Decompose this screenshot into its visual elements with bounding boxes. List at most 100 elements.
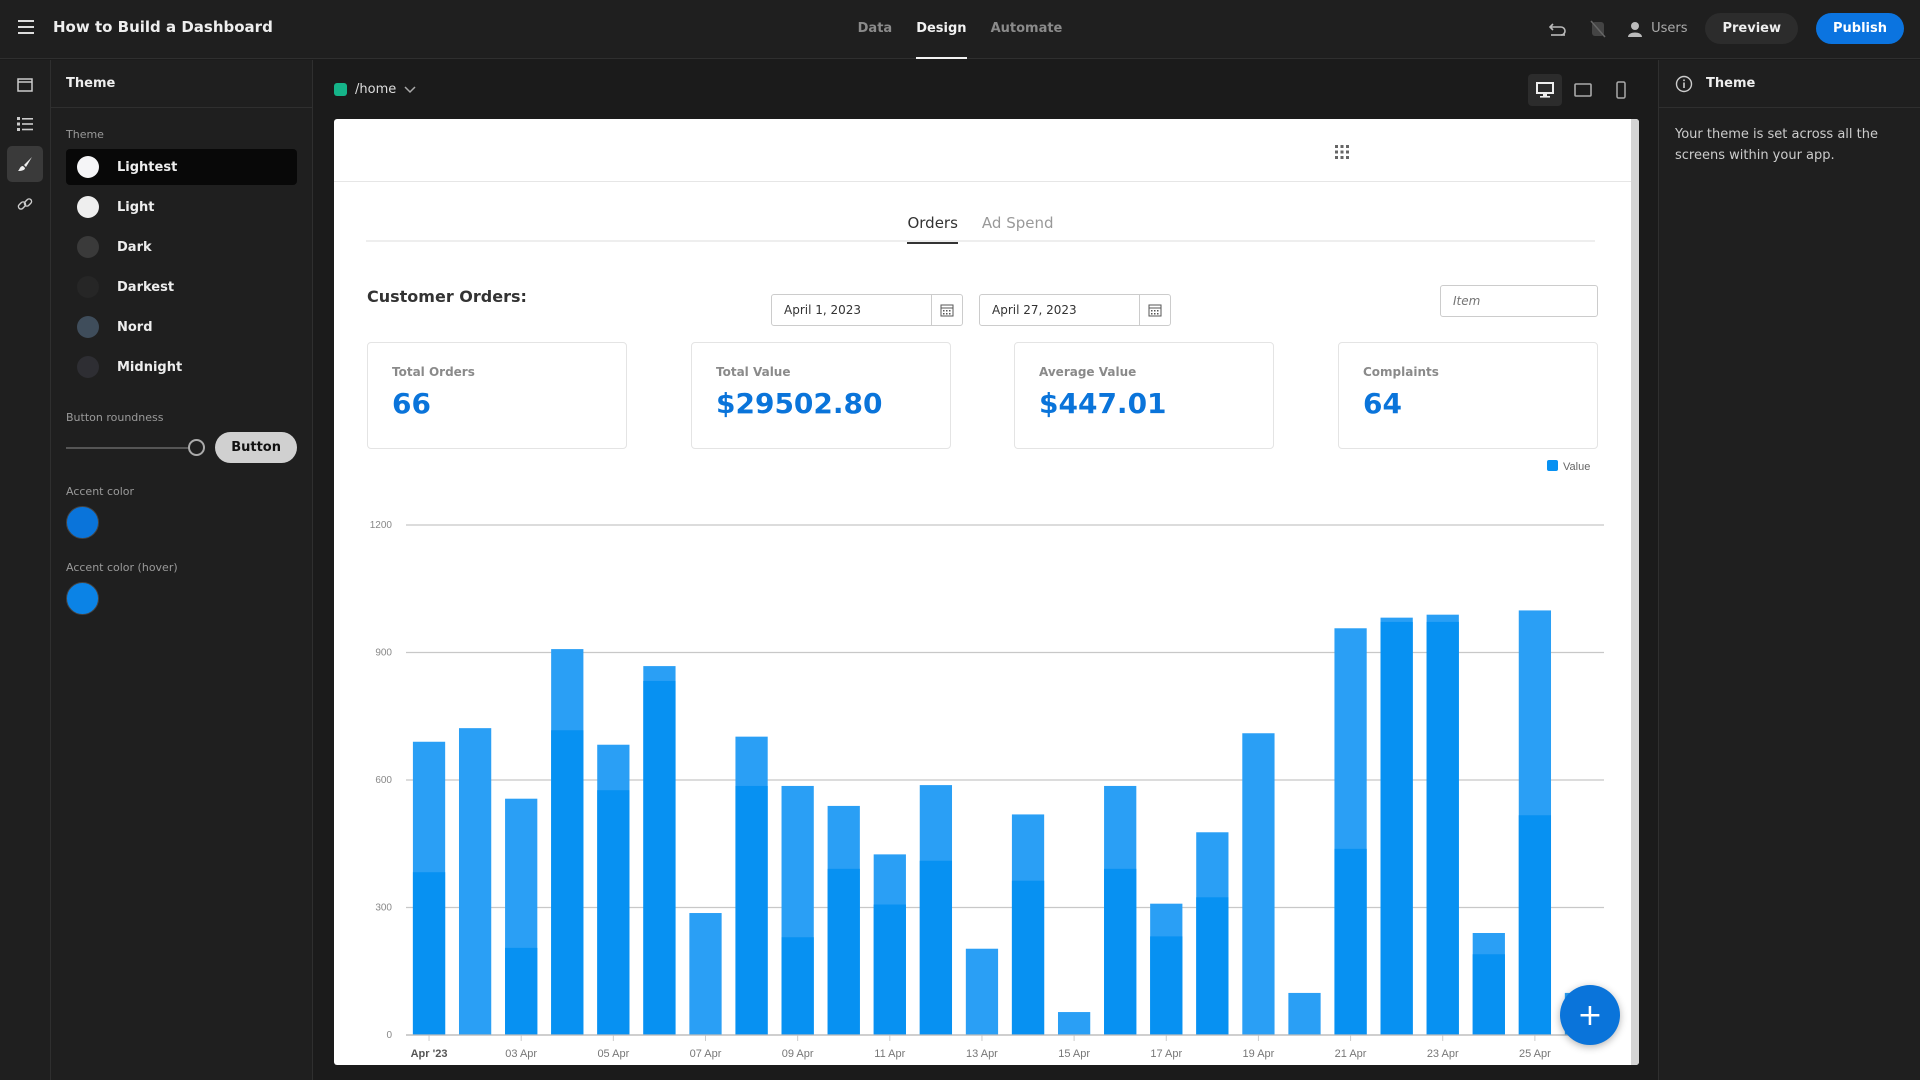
x-tick-label: 19 Apr (1243, 1048, 1275, 1060)
route-color-dot (334, 83, 347, 96)
theme-name: Nord (117, 319, 153, 335)
tab-data[interactable]: Data (858, 0, 893, 59)
section-title: Customer Orders: (367, 287, 527, 306)
legend-label: Value (1563, 461, 1590, 473)
tab-design[interactable]: Design (916, 0, 967, 59)
components-list-icon[interactable] (7, 106, 43, 142)
x-tick-label: 09 Apr (782, 1048, 814, 1060)
date-from-picker[interactable]: April 1, 2023 (771, 294, 963, 326)
x-tick-label: 07 Apr (690, 1048, 722, 1060)
theme-option-darkest[interactable]: Darkest (66, 269, 297, 305)
x-tick-label: 23 Apr (1427, 1048, 1459, 1060)
stat-card-total-orders: Total Orders 66 (367, 342, 627, 449)
roundness-slider[interactable] (66, 438, 205, 456)
bar-overlap (597, 790, 630, 1035)
item-filter-input[interactable] (1440, 285, 1598, 317)
calendar-icon[interactable] (1139, 295, 1170, 325)
date-to-value: April 27, 2023 (992, 303, 1077, 317)
tablet-view-icon[interactable] (1566, 74, 1600, 106)
theme-option-lightest[interactable]: Lightest (66, 149, 297, 185)
x-tick-label: 13 Apr (966, 1048, 998, 1060)
calendar-icon[interactable] (931, 295, 962, 325)
bar-overlap (643, 680, 676, 1035)
tab-orders[interactable]: Orders (907, 208, 959, 244)
preview-button[interactable]: Preview (1705, 13, 1798, 44)
stat-label: Total Orders (392, 365, 475, 379)
theme-name: Light (117, 199, 155, 215)
tab-automate[interactable]: Automate (991, 0, 1063, 59)
bar-overlap (1150, 936, 1183, 1035)
y-tick-label: 900 (375, 648, 392, 659)
roundness-preview-button[interactable]: Button (215, 432, 297, 463)
theme-option-light[interactable]: Light (66, 189, 297, 225)
x-tick-label: 03 Apr (505, 1048, 537, 1060)
theme-section-label: Theme (66, 128, 104, 141)
users-label: Users (1651, 21, 1688, 36)
stat-card-complaints: Complaints 64 (1338, 342, 1598, 449)
bar (1057, 1012, 1091, 1035)
theme-option-nord[interactable]: Nord (66, 309, 297, 345)
date-to-picker[interactable]: April 27, 2023 (979, 294, 1171, 326)
tab-ad-spend[interactable]: Ad Spend (982, 208, 1054, 242)
bar-overlap (781, 937, 814, 1035)
bar-overlap (873, 904, 906, 1035)
x-tick-label: 05 Apr (597, 1048, 629, 1060)
route-selector[interactable]: /home (334, 82, 416, 97)
screens-icon[interactable] (7, 67, 43, 103)
bar-overlap (1472, 954, 1505, 1035)
bar-overlap (735, 785, 768, 1035)
stat-label: Complaints (1363, 365, 1439, 379)
publish-button[interactable]: Publish (1816, 13, 1904, 44)
bar (965, 948, 999, 1035)
slider-thumb[interactable] (188, 438, 205, 456)
top-bar: How to Build a Dashboard Data Design Aut… (0, 0, 1920, 59)
canvas-scrollbar[interactable] (1631, 119, 1639, 1065)
mobile-view-icon[interactable] (1604, 74, 1638, 106)
bar (689, 913, 722, 1035)
undo-icon[interactable] (1547, 18, 1569, 40)
redo-disabled-icon[interactable] (1587, 18, 1609, 40)
theme-list: Lightest Light Dark Darkest Nord Midnigh… (51, 149, 312, 385)
theme-name: Dark (117, 239, 152, 255)
y-tick-label: 0 (386, 1030, 392, 1041)
panel-title: Theme (51, 60, 312, 108)
menu-icon[interactable] (18, 20, 34, 34)
theme-option-midnight[interactable]: Midnight (66, 349, 297, 385)
accent-color-label: Accent color (66, 485, 135, 498)
app-navigation-bar (334, 119, 1639, 182)
accent-hover-color-picker[interactable] (66, 582, 99, 615)
icon-sidebar (0, 60, 51, 1080)
roundness-label: Button roundness (66, 411, 164, 424)
desktop-view-icon[interactable] (1528, 74, 1562, 106)
link-icon[interactable] (7, 186, 43, 222)
stat-card-total-value: Total Value $29502.80 (691, 342, 951, 449)
x-tick-label: 25 Apr (1519, 1048, 1551, 1060)
add-fab-button[interactable]: + (1560, 985, 1620, 1045)
theme-name: Darkest (117, 279, 175, 295)
content-tabs: Orders Ad Spend (366, 208, 1595, 244)
bar (1288, 992, 1321, 1035)
stat-label: Total Value (716, 365, 791, 379)
info-panel: Theme Your theme is set across all the s… (1658, 60, 1920, 1080)
x-tick-label: Apr '23 (411, 1048, 448, 1060)
theme-brush-icon[interactable] (7, 146, 43, 182)
bar-overlap (551, 730, 584, 1035)
bar-overlap (1426, 621, 1459, 1035)
bar-overlap (919, 860, 953, 1035)
accent-color-picker[interactable] (66, 506, 99, 539)
theme-option-dark[interactable]: Dark (66, 229, 297, 265)
device-toggles (1528, 74, 1638, 106)
theme-name: Lightest (117, 159, 178, 175)
bar-overlap (1104, 868, 1137, 1035)
app-grid-icon[interactable] (1334, 144, 1350, 160)
bar (1242, 733, 1275, 1035)
stat-label: Average Value (1039, 365, 1137, 379)
bar-overlap (1334, 848, 1367, 1035)
app-title: How to Build a Dashboard (53, 18, 273, 36)
x-tick-label: 17 Apr (1150, 1048, 1182, 1060)
info-panel-description: Your theme is set across all the screens… (1675, 127, 1878, 163)
bar-overlap (1011, 880, 1045, 1035)
users-button[interactable]: Users (1627, 21, 1687, 37)
users-icon (1628, 21, 1643, 37)
date-from-value: April 1, 2023 (784, 303, 862, 317)
